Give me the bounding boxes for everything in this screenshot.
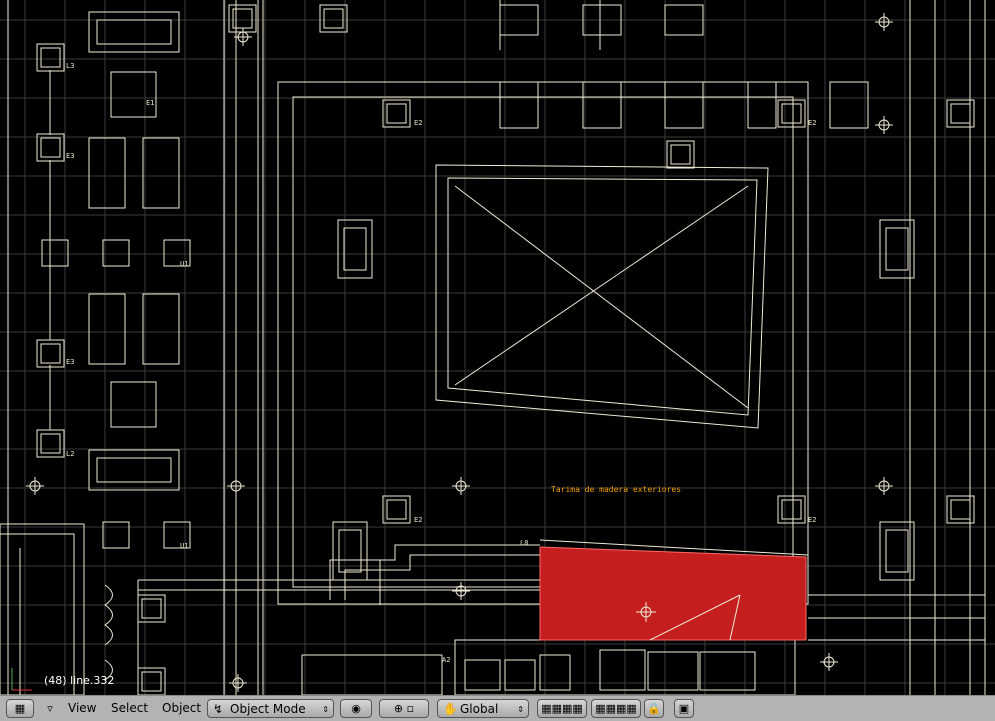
tag-u1-a: U1 — [180, 260, 189, 268]
menu-object[interactable]: Object — [158, 699, 205, 718]
layer-icon: ▦▦▦▦ — [541, 702, 583, 715]
editor-type-button[interactable]: ▦ — [6, 699, 34, 718]
pivot-icon: ⊕ ▫ — [393, 702, 415, 715]
tag-l2: L2 — [66, 450, 75, 458]
mode-icon: ↯ — [213, 702, 224, 716]
manipulator-icon: ✋ — [443, 702, 458, 716]
menu-collapse-button[interactable]: ▿ — [42, 699, 58, 718]
chevron-down-icon: ⇕ — [517, 705, 524, 714]
orientation-dropdown[interactable]: ✋ Global ⇕ — [437, 699, 529, 718]
render-button[interactable]: ▣ — [674, 699, 694, 718]
orientation-label: Global — [460, 702, 499, 716]
lock-icon: 🔒 — [647, 702, 661, 715]
annotation-label: Tarima de madera exteriores — [551, 485, 682, 494]
tag-e3-b: E3 — [66, 358, 75, 366]
layer-icon: ▦▦▦▦ — [595, 702, 637, 715]
tag-u1-b: U1 — [180, 542, 189, 550]
3d-view-header: ▦ ▿ View Select Object ↯ Object Mode ⇕ ◉… — [0, 695, 995, 721]
blender-window: Tarima de madera exteriores E1 E2 E2 E2 … — [0, 0, 995, 721]
layers-group-1[interactable]: ▦▦▦▦ — [537, 699, 587, 718]
tag-l8: L8 — [520, 539, 529, 547]
tag-e1: E1 — [146, 99, 155, 107]
tag-e2-b: E2 — [808, 119, 817, 127]
menu-select[interactable]: Select — [107, 699, 152, 718]
tag-e2-d: E2 — [808, 516, 817, 524]
menu-view[interactable]: View — [64, 699, 100, 718]
menu-arrow-icon: ▿ — [47, 702, 53, 715]
layers-group-2[interactable]: ▦▦▦▦ — [591, 699, 641, 718]
chevron-down-icon: ⇕ — [322, 705, 329, 714]
viewport-shading-button[interactable]: ◉ — [340, 699, 372, 718]
render-icon: ▣ — [678, 702, 690, 715]
mode-dropdown[interactable]: ↯ Object Mode ⇕ — [207, 699, 334, 718]
tag-e2-a: E2 — [414, 119, 423, 127]
mode-label: Object Mode — [230, 702, 306, 716]
grid-icon: ▦ — [14, 702, 26, 715]
lock-layers-button[interactable]: 🔒 — [644, 699, 664, 718]
tag-l3: L3 — [66, 62, 75, 70]
status-line: (48) line.332 — [44, 674, 115, 687]
pivot-dropdown[interactable]: ⊕ ▫ — [379, 699, 429, 718]
3d-viewport[interactable]: Tarima de madera exteriores E1 E2 E2 E2 … — [0, 0, 995, 695]
tag-a2: A2 — [442, 656, 451, 664]
tag-e3-a: E3 — [66, 152, 75, 160]
tag-e2-c: E2 — [414, 516, 423, 524]
shading-icon: ◉ — [351, 702, 361, 715]
